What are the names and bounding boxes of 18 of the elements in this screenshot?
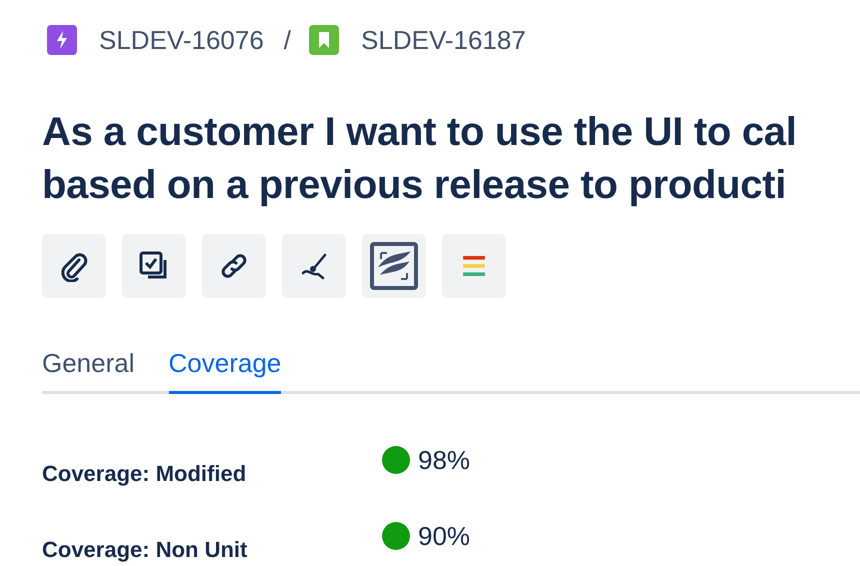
toolbar-button[interactable] (282, 234, 346, 298)
framed-arrows-icon (369, 241, 419, 291)
toolbar-button[interactable] (122, 234, 186, 298)
breadcrumb-link[interactable]: SLDEV-16076 (99, 24, 264, 56)
breadcrumb-link[interactable]: SLDEV-16187 (361, 24, 526, 56)
toolbar-button[interactable] (202, 234, 266, 298)
toolbar-button[interactable] (362, 234, 426, 298)
issue-title: As a customer I want to use the UI to cal (42, 109, 797, 156)
tab[interactable]: Coverage (168, 348, 282, 394)
tab[interactable]: General (42, 348, 134, 394)
field-value: 98% (418, 444, 470, 476)
issue-title: based on a previous release to producti (42, 162, 786, 209)
toolbar-button[interactable] (42, 234, 106, 298)
colored-bars-icon (463, 256, 485, 276)
field-label: Coverage: Non Unit (42, 536, 248, 563)
breadcrumb-separator: / (284, 24, 292, 56)
field-label: Coverage: Modified (42, 460, 248, 487)
field-value: 90% (418, 520, 470, 552)
